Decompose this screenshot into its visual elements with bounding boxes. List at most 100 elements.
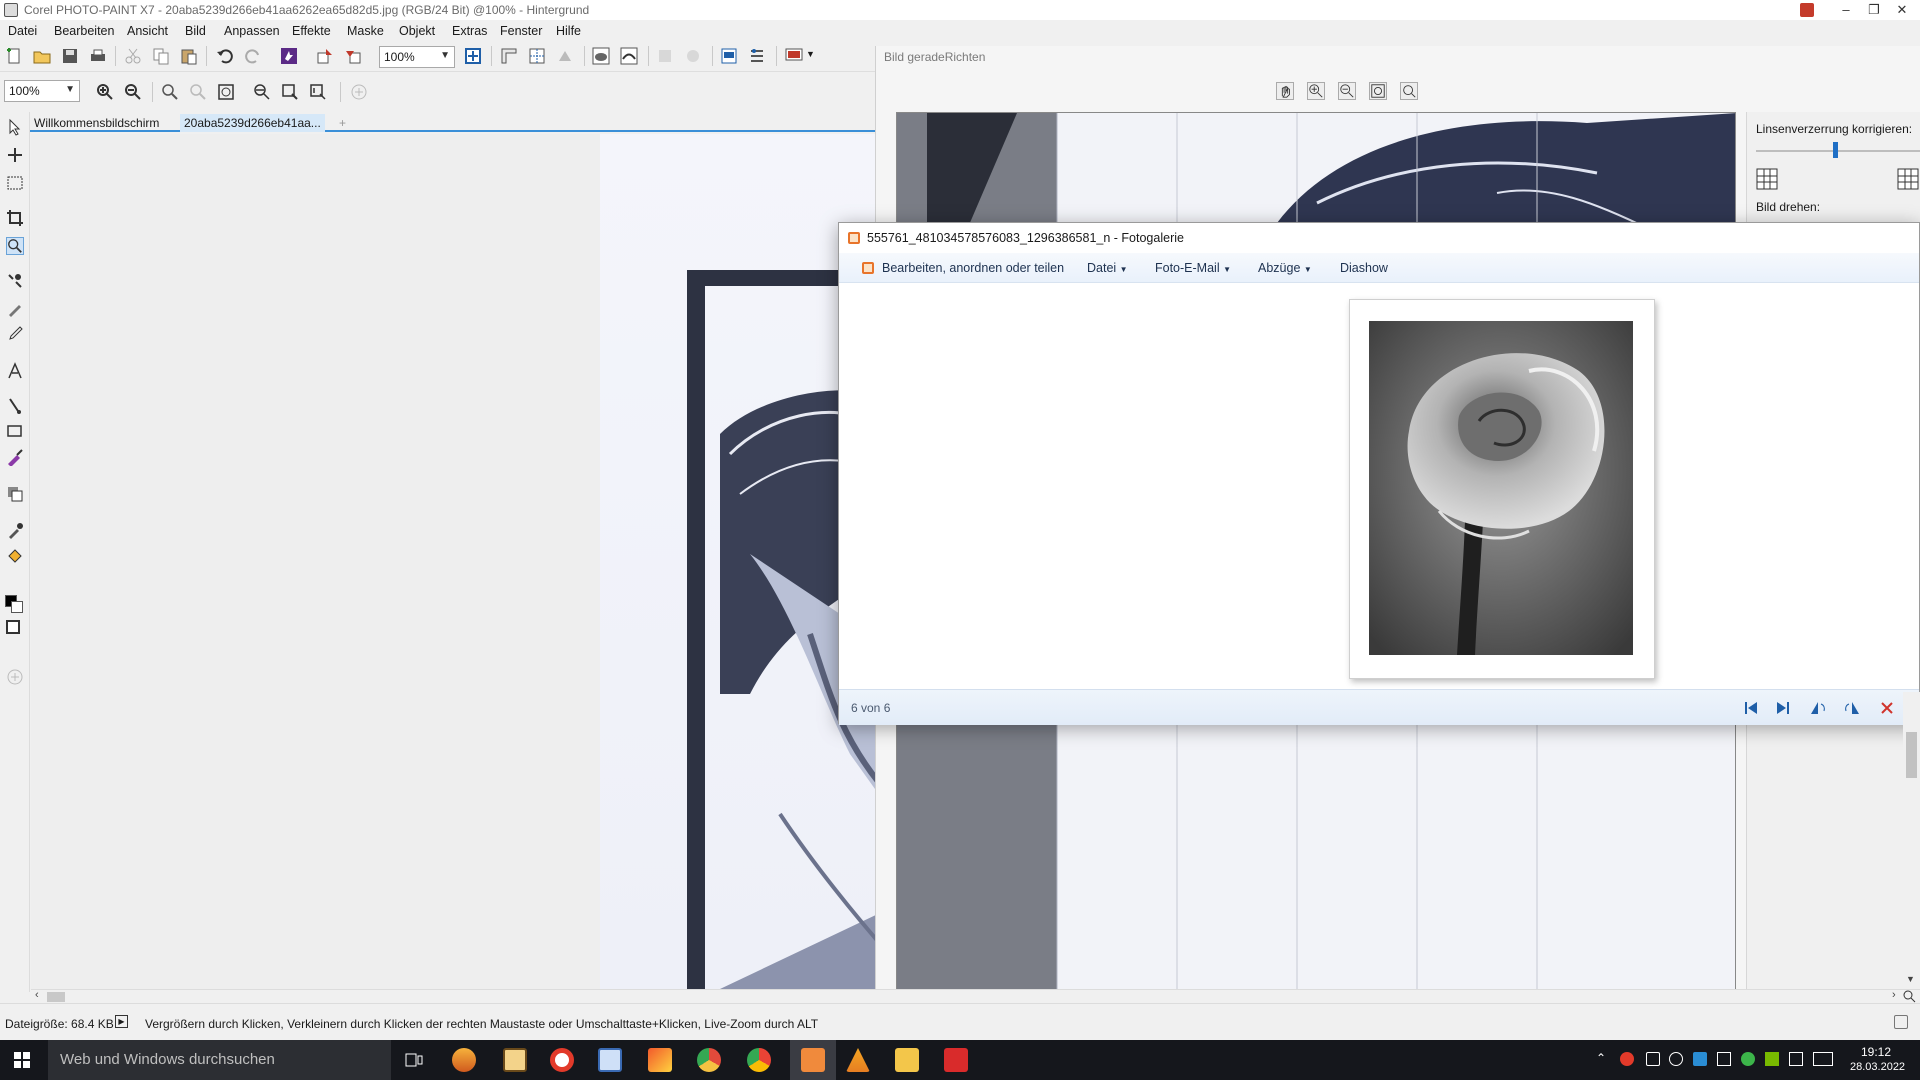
- nvidia-icon[interactable]: [1765, 1052, 1779, 1066]
- scroll-down-icon[interactable]: ▼: [1906, 974, 1915, 984]
- effect-tool-icon[interactable]: [6, 448, 24, 466]
- scrollbar-thumb[interactable]: [47, 992, 65, 1002]
- zoom-width-icon[interactable]: [253, 83, 271, 101]
- zoom-100-icon[interactable]: [1400, 82, 1418, 100]
- paste-icon[interactable]: [180, 47, 198, 65]
- folder-icon[interactable]: [895, 1048, 919, 1072]
- menu-effekte[interactable]: Effekte: [292, 24, 331, 38]
- text-tool-icon[interactable]: [6, 362, 24, 380]
- user-icon[interactable]: [1800, 3, 1814, 17]
- clock[interactable]: 19:12 28.03.2022: [1850, 1045, 1905, 1073]
- gallery-prints-menu[interactable]: Abzüge ▼: [1258, 261, 1312, 275]
- tab-document[interactable]: 20aba5239d266eb41aa...: [180, 114, 325, 132]
- tray-app-icon[interactable]: [1620, 1052, 1634, 1066]
- chevron-down-icon[interactable]: ▼: [806, 49, 815, 59]
- barrel-grid-icon[interactable]: [1756, 168, 1778, 190]
- save-icon[interactable]: [61, 47, 79, 65]
- tab-welcome[interactable]: Willkommensbildschirm: [30, 114, 163, 132]
- brush-tool-icon[interactable]: [6, 325, 24, 343]
- add-tool-icon[interactable]: [6, 668, 24, 686]
- file-explorer-icon[interactable]: [503, 1048, 527, 1072]
- lens-distortion-track[interactable]: [1756, 150, 1920, 152]
- zoom-out-icon[interactable]: [1338, 82, 1356, 100]
- redo-icon[interactable]: [244, 47, 262, 65]
- guidelines-icon[interactable]: [528, 47, 546, 65]
- browser-icon[interactable]: [550, 1048, 574, 1072]
- navigator-icon[interactable]: [1903, 990, 1916, 1003]
- vertical-scrollbar[interactable]: ▼: [1903, 692, 1920, 989]
- zoom-level-combo-2[interactable]: 100% ▼: [4, 80, 80, 102]
- menu-extras[interactable]: Extras: [452, 24, 487, 38]
- taskbar-search[interactable]: Web und Windows durchsuchen: [48, 1040, 391, 1080]
- status-settings-icon[interactable]: [1894, 1015, 1908, 1029]
- network-icon[interactable]: [1717, 1052, 1731, 1066]
- menu-maske[interactable]: Maske: [347, 24, 384, 38]
- rotate-left-icon[interactable]: [1809, 700, 1827, 716]
- options-icon[interactable]: [748, 47, 766, 65]
- notifications-icon[interactable]: [1789, 1052, 1803, 1066]
- menu-ansicht[interactable]: Ansicht: [127, 24, 168, 38]
- transform-tool-icon[interactable]: [6, 146, 24, 164]
- vlc-icon[interactable]: [846, 1048, 870, 1072]
- zoom-in-icon[interactable]: [1307, 82, 1325, 100]
- object-transparency-icon[interactable]: [6, 485, 24, 503]
- play-icon[interactable]: ▶: [115, 1015, 128, 1028]
- print-icon[interactable]: [89, 47, 107, 65]
- menu-anpassen[interactable]: Anpassen: [224, 24, 280, 38]
- import-icon[interactable]: [316, 47, 334, 65]
- gallery-slideshow-button[interactable]: Diashow: [1340, 261, 1388, 275]
- tray-status-icon[interactable]: [1741, 1052, 1755, 1066]
- chromium-icon[interactable]: [697, 1048, 721, 1072]
- minimize-button[interactable]: –: [1832, 0, 1860, 20]
- swift-icon[interactable]: [648, 1048, 672, 1072]
- gallery-file-menu[interactable]: Datei ▼: [1087, 261, 1128, 275]
- application-launcher-icon[interactable]: [720, 47, 738, 65]
- background-color-swatch[interactable]: [11, 601, 23, 613]
- gallery-photo-frame[interactable]: [1349, 299, 1655, 679]
- photo-viewer-icon[interactable]: [598, 1048, 622, 1072]
- zoom-selection-icon[interactable]: [161, 83, 179, 101]
- task-view-icon[interactable]: [405, 1052, 423, 1068]
- keyboard-icon[interactable]: [1813, 1052, 1833, 1066]
- export-icon[interactable]: [344, 47, 362, 65]
- mask-overlay-icon[interactable]: [592, 47, 610, 65]
- menu-fenster[interactable]: Fenster: [500, 24, 542, 38]
- horizontal-scrollbar[interactable]: ‹ ›: [31, 989, 1920, 1003]
- zoom-level-combo[interactable]: 100% ▼: [379, 46, 455, 68]
- menu-bild[interactable]: Bild: [185, 24, 206, 38]
- new-file-icon[interactable]: [5, 47, 23, 65]
- disabled-tool-icon[interactable]: [656, 47, 674, 65]
- object-marquee-icon[interactable]: [620, 47, 638, 65]
- delete-icon[interactable]: [1879, 700, 1895, 716]
- fill-tool-icon[interactable]: [6, 547, 24, 565]
- pincushion-grid-icon[interactable]: [1897, 168, 1919, 190]
- menu-datei[interactable]: Datei: [8, 24, 37, 38]
- corel-connect-icon[interactable]: [280, 47, 298, 65]
- lens-distortion-slider[interactable]: [1833, 142, 1838, 158]
- rectangle-mask-icon[interactable]: [6, 174, 24, 192]
- zoom-tool-icon[interactable]: [6, 237, 24, 255]
- rotate-right-icon[interactable]: [1843, 700, 1861, 716]
- zoom-out-icon[interactable]: [124, 83, 142, 101]
- taskbar-app-icon[interactable]: [452, 1048, 476, 1072]
- first-image-icon[interactable]: [1743, 700, 1759, 716]
- tray-search-icon[interactable]: [1669, 1052, 1683, 1066]
- windows-start-icon[interactable]: [14, 1052, 30, 1068]
- line-tool-icon[interactable]: [6, 397, 24, 415]
- gallery-edit-menu[interactable]: Bearbeiten, anordnen oder teilen: [882, 261, 1064, 275]
- crop-tool-icon[interactable]: [6, 209, 24, 227]
- add-icon[interactable]: [350, 83, 368, 101]
- pan-hand-icon[interactable]: [1276, 82, 1294, 100]
- maximize-button[interactable]: ❐: [1860, 0, 1888, 20]
- undo-icon[interactable]: [216, 47, 234, 65]
- corel-photo-paint-icon[interactable]: [944, 1048, 968, 1072]
- zoom-100-icon[interactable]: [309, 83, 327, 101]
- scroll-left-icon[interactable]: ‹: [35, 989, 39, 1001]
- gallery-email-menu[interactable]: Foto-E-Mail ▼: [1155, 261, 1231, 275]
- fill-swatch[interactable]: [6, 620, 20, 634]
- zoom-object-icon[interactable]: [189, 83, 207, 101]
- menu-objekt[interactable]: Objekt: [399, 24, 435, 38]
- rulers-icon[interactable]: [500, 47, 518, 65]
- copy-icon[interactable]: [152, 47, 170, 65]
- pick-tool-icon[interactable]: [6, 118, 24, 136]
